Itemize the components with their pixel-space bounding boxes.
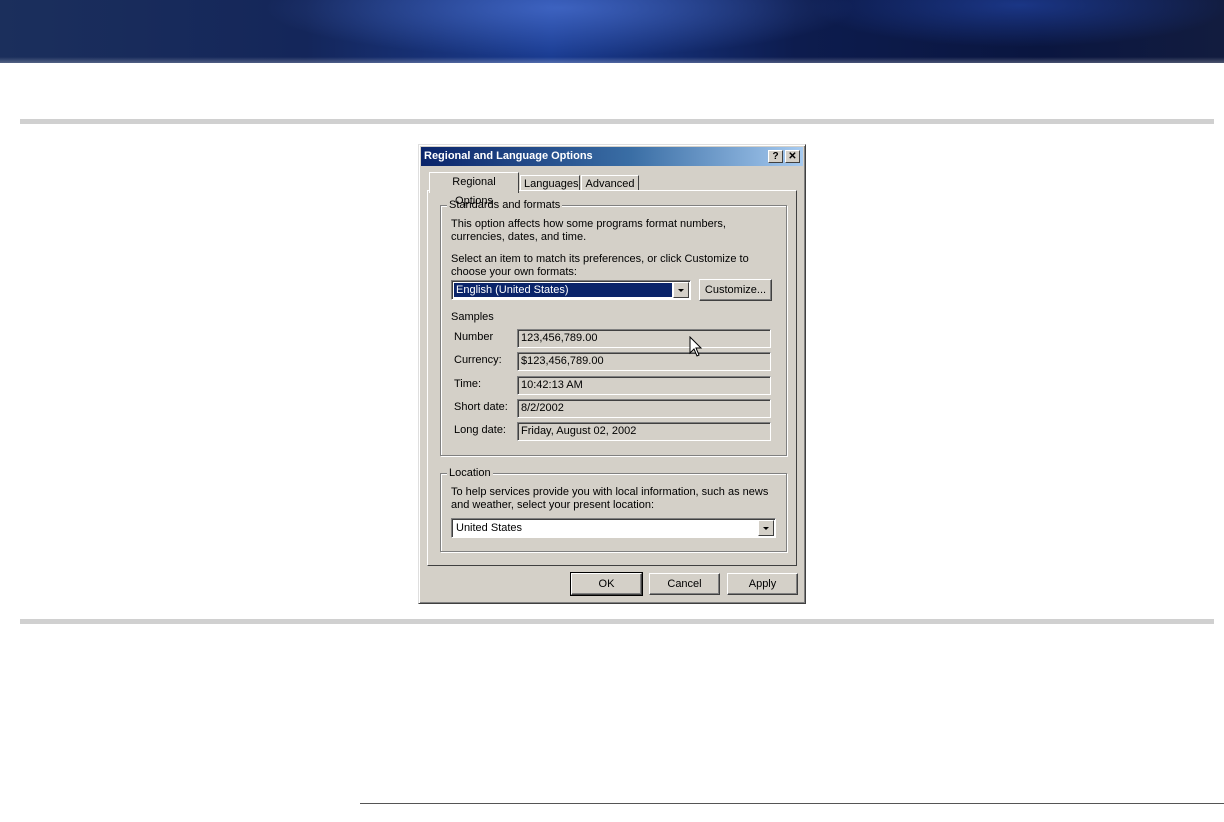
tab-label: Advanced xyxy=(585,178,635,190)
cancel-button[interactable]: Cancel xyxy=(649,573,720,595)
help-button[interactable]: ? xyxy=(768,150,783,163)
close-button[interactable]: ✕ xyxy=(785,150,800,163)
sample-label-long-date: Long date: xyxy=(454,424,506,436)
chevron-down-icon[interactable] xyxy=(758,520,774,536)
sample-label-short-date: Short date: xyxy=(454,401,508,413)
sample-label-currency: Currency: xyxy=(454,354,502,366)
header-banner xyxy=(0,0,1224,63)
customize-button[interactable]: Customize... xyxy=(699,279,772,301)
sample-long-date-field: Friday, August 02, 2002 xyxy=(517,422,771,441)
sample-time-field: 10:42:13 AM xyxy=(517,376,771,395)
standards-description: This option affects how some programs fo… xyxy=(451,218,726,243)
standards-instruction: Select an item to match its preferences,… xyxy=(451,253,749,278)
tab-label: Languages xyxy=(524,178,579,190)
ok-button[interactable]: OK xyxy=(570,572,643,596)
regional-options-dialog: Regional and Language Options ? ✕ Region… xyxy=(418,144,806,604)
location-group: Location To help services provide you wi… xyxy=(440,467,787,552)
close-icon: ✕ xyxy=(788,151,797,162)
sample-short-date-field: 8/2/2002 xyxy=(517,399,771,418)
dialog-titlebar[interactable]: Regional and Language Options ? ✕ xyxy=(421,147,803,166)
format-select-value: English (United States) xyxy=(454,283,672,297)
location-select[interactable]: United States xyxy=(451,518,776,538)
top-divider xyxy=(20,119,1214,124)
standards-formats-group: Standards and formats This option affect… xyxy=(440,199,787,456)
dialog-title: Regional and Language Options xyxy=(424,150,593,162)
location-legend: Location xyxy=(447,467,493,479)
location-select-value: United States xyxy=(456,522,523,534)
footer-line xyxy=(360,803,1224,804)
samples-heading: Samples xyxy=(451,311,494,323)
format-select[interactable]: English (United States) xyxy=(451,280,691,300)
tab-label: Regional Options xyxy=(452,176,496,207)
sample-label-number: Number xyxy=(454,331,494,343)
bottom-divider xyxy=(20,619,1214,624)
apply-button[interactable]: Apply xyxy=(727,573,798,595)
sample-label-time: Time: xyxy=(454,378,482,390)
location-description: To help services provide you with local … xyxy=(451,486,769,511)
chevron-down-icon[interactable] xyxy=(673,282,689,298)
sample-currency-field: $123,456,789.00 xyxy=(517,352,771,371)
regional-options-panel: Standards and formats This option affect… xyxy=(427,190,797,566)
tab-regional-options[interactable]: Regional Options xyxy=(429,172,519,207)
mouse-pointer-icon xyxy=(689,336,703,357)
help-icon: ? xyxy=(772,151,779,162)
sample-number-field: 123,456,789.00 xyxy=(517,329,771,348)
